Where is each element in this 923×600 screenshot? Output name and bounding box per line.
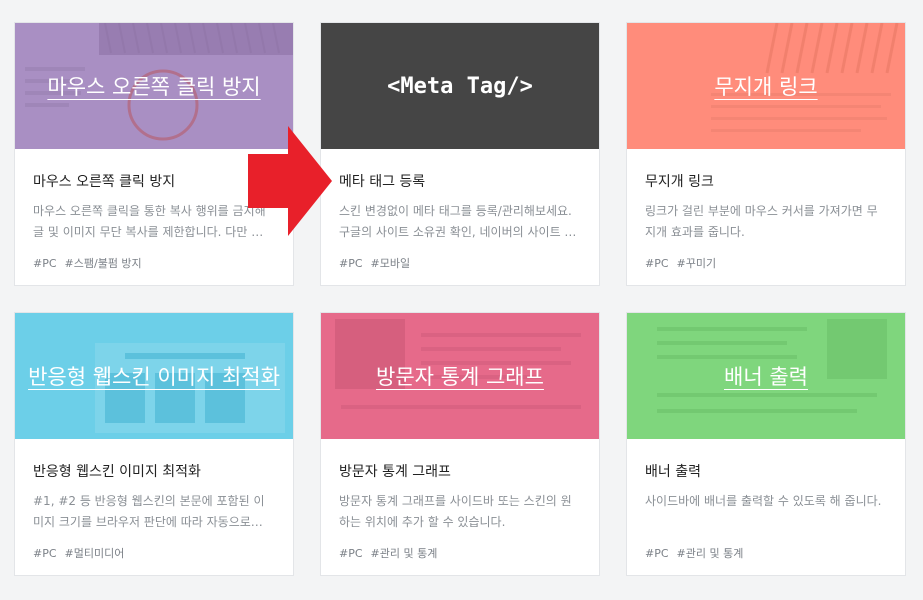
thumbnail-title[interactable]: 배너 출력 — [627, 313, 905, 439]
tag[interactable]: #꾸미기 — [677, 257, 717, 270]
thumbnail-title[interactable]: 반응형 웹스킨 이미지 최적화 — [15, 313, 293, 439]
card-thumbnail: <Meta Tag/> — [321, 23, 599, 149]
card-description: 스킨 변경없이 메타 태그를 등록/관리해보세요. 구글의 사이트 소유권 확인… — [339, 204, 577, 239]
card-tags: #PC #꾸미기 — [645, 255, 887, 271]
tag[interactable]: #관리 및 통계 — [677, 547, 744, 560]
card-title[interactable]: 메타 태그 등록 — [339, 171, 581, 191]
card-tags: #PC #모바일 — [339, 255, 581, 271]
thumbnail-title[interactable]: 방문자 통계 그래프 — [321, 313, 599, 439]
plugin-card-responsive-image[interactable]: 반응형 웹스킨 이미지 최적화 반응형 웹스킨 이미지 최적화 #1, #2 등… — [14, 312, 294, 576]
card-description: 마우스 오른쪽 클릭을 통한 복사 행위를 금지해 글 및 이미지 무단 복사를… — [33, 204, 266, 239]
thumbnail-title[interactable]: 무지개 링크 — [627, 23, 905, 149]
plugin-card-meta-tag[interactable]: <Meta Tag/> 메타 태그 등록 스킨 변경없이 메타 태그를 등록/관… — [320, 22, 600, 286]
plugin-card-rainbow-link[interactable]: 무지개 링크 무지개 링크 링크가 걸린 부분에 마우스 커서를 가져가면 무지… — [626, 22, 906, 286]
tag[interactable]: #멀티미디어 — [65, 547, 125, 560]
tag[interactable]: #PC — [645, 257, 669, 270]
thumbnail-title[interactable]: <Meta Tag/> — [321, 23, 599, 149]
card-tags: #PC #멀티미디어 — [33, 545, 275, 561]
card-thumbnail: 배너 출력 — [627, 313, 905, 439]
card-tags: #PC #관리 및 통계 — [645, 545, 887, 561]
card-thumbnail: 방문자 통계 그래프 — [321, 313, 599, 439]
tag[interactable]: #PC — [339, 547, 363, 560]
card-tags: #PC #스팸/불펌 방지 — [33, 255, 275, 271]
tag[interactable]: #스팸/불펌 방지 — [65, 257, 142, 270]
tag[interactable]: #PC — [645, 547, 669, 560]
card-thumbnail: 반응형 웹스킨 이미지 최적화 — [15, 313, 293, 439]
card-description: 사이드바에 배너를 출력할 수 있도록 해 줍니다. — [645, 494, 882, 508]
card-title[interactable]: 반응형 웹스킨 이미지 최적화 — [33, 461, 275, 481]
tag[interactable]: #PC — [33, 547, 57, 560]
card-tags: #PC #관리 및 통계 — [339, 545, 581, 561]
red-arrow-icon — [248, 126, 332, 236]
card-title[interactable]: 배너 출력 — [645, 461, 887, 481]
tag[interactable]: #관리 및 통계 — [371, 547, 438, 560]
card-title[interactable]: 방문자 통계 그래프 — [339, 461, 581, 481]
card-description: #1, #2 등 반응형 웹스킨의 본문에 포함된 이미지 크기를 브라우저 판… — [33, 494, 265, 529]
card-title[interactable]: 마우스 오른쪽 클릭 방지 — [33, 171, 275, 191]
plugin-card-banner[interactable]: 배너 출력 배너 출력 사이드바에 배너를 출력할 수 있도록 해 줍니다. #… — [626, 312, 906, 576]
tag[interactable]: #모바일 — [371, 257, 411, 270]
card-thumbnail: 무지개 링크 — [627, 23, 905, 149]
tag[interactable]: #PC — [339, 257, 363, 270]
plugin-card-visitor-graph[interactable]: 방문자 통계 그래프 방문자 통계 그래프 방문자 통계 그래프를 사이드바 또… — [320, 312, 600, 576]
tag[interactable]: #PC — [33, 257, 57, 270]
card-description: 링크가 걸린 부분에 마우스 커서를 가져가면 무지개 효과를 줍니다. — [645, 204, 878, 239]
card-title[interactable]: 무지개 링크 — [645, 171, 887, 191]
card-description: 방문자 통계 그래프를 사이드바 또는 스킨의 원하는 위치에 추가 할 수 있… — [339, 494, 572, 529]
